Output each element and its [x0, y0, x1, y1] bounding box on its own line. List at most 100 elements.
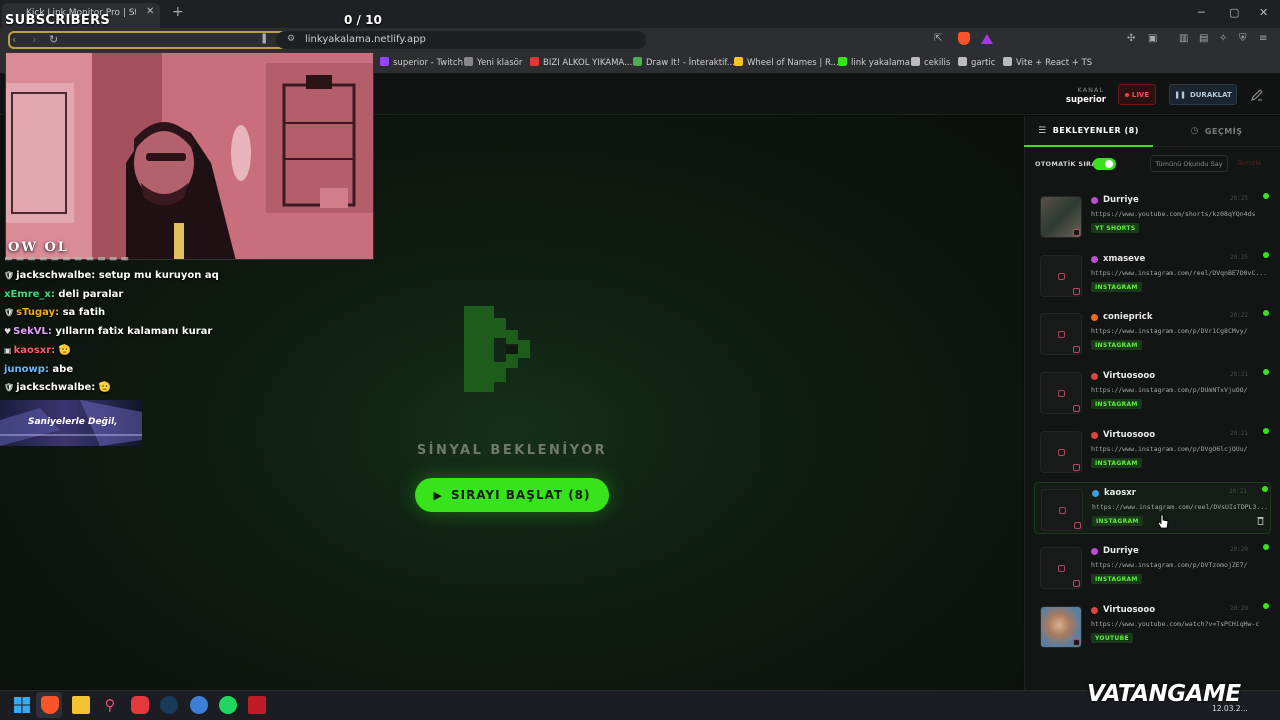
queue-card[interactable]: xmaseve 20:25 https://www.instagram.com/re…: [1034, 249, 1271, 301]
forward-icon[interactable]: ›: [32, 33, 36, 46]
pause-icon: ❚❚: [1174, 90, 1186, 99]
queue-card[interactable]: Virtuosooo 20:20 https://www.youtube.com/w…: [1034, 600, 1271, 652]
subscribers-label: SUBSCRIBERS: [5, 13, 111, 28]
bookmark-item[interactable]: superior - Twitch: [380, 57, 463, 68]
bookmark-item[interactable]: Draw It! - İnteraktif...: [633, 57, 735, 68]
share-icon[interactable]: ⇱: [934, 33, 942, 44]
extensions-icon[interactable]: ✣: [1127, 33, 1135, 44]
queue-card-thumbnail[interactable]: [1041, 489, 1083, 531]
tab-close-icon[interactable]: ✕: [146, 6, 154, 17]
queue-card[interactable]: Virtuosooo 20:21 https://www.instagram.com…: [1034, 366, 1271, 418]
chat-username[interactable]: jackschwalbe: [16, 270, 91, 281]
vpn-icon[interactable]: ⛨: [1239, 33, 1247, 44]
queue-card-thumbnail[interactable]: [1040, 255, 1082, 297]
edit-icon[interactable]: [1250, 88, 1264, 102]
platform-badge-icon: [1073, 346, 1080, 353]
bookmark-favicon-icon: [838, 57, 847, 66]
clock-icon: ◷: [1190, 126, 1199, 136]
maximize-icon[interactable]: ▢: [1229, 6, 1239, 19]
instagram-icon: [1057, 389, 1065, 397]
queue-card[interactable]: Durriye 20:25 https://www.youtube.com/shor…: [1034, 190, 1271, 242]
close-window-icon[interactable]: ✕: [1259, 6, 1268, 19]
obs-like-icon[interactable]: [248, 696, 266, 714]
queue-card-thumbnail[interactable]: [1040, 547, 1082, 589]
bookmark-item[interactable]: BIZI ALKOL YIKAMA...: [530, 57, 632, 68]
queue-card-username: Durriye: [1103, 546, 1139, 556]
bookmark-item[interactable]: Yeni klasör: [464, 57, 522, 68]
queue-card-thumbnail[interactable]: [1040, 313, 1082, 355]
clear-button[interactable]: Temizle: [1237, 159, 1261, 167]
instagram-icon: [1057, 330, 1065, 338]
webcam-image: [6, 53, 373, 259]
queue-card[interactable]: conieprick 20:22 https://www.instagram.com…: [1034, 307, 1271, 359]
file-explorer-icon[interactable]: [72, 696, 90, 714]
mark-all-read-button[interactable]: Tümünü Okundu Say: [1150, 155, 1228, 172]
tab-search-icon[interactable]: ▣: [1148, 33, 1157, 44]
chat-username[interactable]: kaosxr: [14, 345, 52, 356]
bookmark-item[interactable]: gartic: [958, 57, 995, 68]
sidebar-toggle-icon[interactable]: ▥: [1179, 33, 1188, 44]
game-app-icon[interactable]: [131, 696, 149, 714]
windows-start-icon[interactable]: [13, 696, 31, 714]
brave-rewards-icon[interactable]: [981, 34, 993, 44]
queue-card-url[interactable]: https://www.youtube.com/watch?v=TsPCHiqH…: [1091, 620, 1266, 628]
chat-username[interactable]: junowp: [4, 364, 45, 375]
pin-app-icon[interactable]: ⚲: [101, 696, 119, 714]
chat-username[interactable]: jackschwalbe: [16, 382, 91, 393]
chat-text: 🫡: [58, 345, 72, 356]
queue-card-thumbnail-video[interactable]: [1040, 196, 1082, 238]
user-avatar-dot: [1091, 197, 1098, 204]
instagram-icon: [1057, 448, 1065, 456]
brave-taskbar-icon[interactable]: [41, 696, 59, 714]
bookmark-favicon-icon: [734, 57, 743, 66]
queue-card-url[interactable]: https://www.instagram.com/p/DVTzomojZE7/: [1091, 561, 1266, 569]
chat-username[interactable]: SekVL: [13, 326, 48, 337]
steam-icon[interactable]: [160, 696, 178, 714]
chat-badge-icon: 🛡: [4, 308, 15, 317]
live-button[interactable]: LIVE: [1118, 84, 1156, 105]
queue-card-url[interactable]: https://www.instagram.com/reel/DVsUIsTDP…: [1092, 503, 1267, 511]
tab-history[interactable]: ◷ GEÇMİŞ: [1153, 116, 1280, 147]
spotify-icon[interactable]: [219, 696, 237, 714]
queue-card[interactable]: Virtuosooo 20:21 https://www.instagram.com…: [1034, 425, 1271, 477]
start-queue-button[interactable]: ▶ SIRAYI BAŞLAT (8): [415, 478, 609, 512]
chat-username[interactable]: sTugay: [16, 307, 55, 318]
bookmark-item[interactable]: link yakalama: [838, 57, 910, 68]
auto-queue-toggle-knob: [1105, 160, 1113, 168]
delete-icon[interactable]: [1257, 516, 1264, 525]
back-icon[interactable]: ‹: [12, 33, 16, 46]
queue-card-url[interactable]: https://www.instagram.com/reel/DVqnBE7D0…: [1091, 269, 1266, 277]
pause-button[interactable]: ❚❚ DURAKLAT: [1169, 84, 1237, 105]
brave-shield-icon[interactable]: [958, 32, 970, 45]
site-info-icon[interactable]: ⚙: [287, 34, 295, 44]
bookmark-item[interactable]: Wheel of Names | R...: [734, 57, 839, 68]
bookmark-item[interactable]: cekilis: [911, 57, 950, 68]
bookmark-item[interactable]: Vite + React + TS: [1003, 57, 1092, 68]
bookmark-icon[interactable]: ❚: [260, 33, 268, 44]
reload-icon[interactable]: ↻: [49, 33, 58, 46]
queue-card-url[interactable]: https://www.instagram.com/p/DVr1Cg8CMvy/: [1091, 327, 1266, 335]
chat-message: 🛡 jackschwalbe: setup mu kuruyon aq: [4, 270, 219, 281]
queue-card-url[interactable]: https://www.instagram.com/p/DUmNTxVjuOO/: [1091, 386, 1266, 394]
chat-badge-icon: ♥: [4, 327, 12, 336]
chat-badge-icon: ▣: [4, 346, 12, 355]
bookmark-favicon-icon: [958, 57, 967, 66]
queue-card-thumbnail[interactable]: [1040, 431, 1082, 473]
leo-ai-icon[interactable]: ✧: [1219, 33, 1227, 44]
queue-card-url[interactable]: https://www.instagram.com/p/DVgO6lcjQUu/: [1091, 445, 1266, 453]
queue-card-thumbnail-face[interactable]: [1040, 606, 1082, 648]
queue-card-time: 20:21: [1228, 488, 1247, 495]
queue-card-thumbnail[interactable]: [1040, 372, 1082, 414]
platform-tag: YOUTUBE: [1091, 633, 1133, 643]
menu-icon[interactable]: ≡: [1259, 33, 1267, 44]
tab-waiting[interactable]: ☰ BEKLEYENLER (8): [1024, 116, 1153, 147]
chat-message: junowp: abe: [4, 364, 73, 375]
queue-card[interactable]: kaosxr 20:21 https://www.instagram.com/ree…: [1034, 482, 1271, 534]
minimize-icon[interactable]: ─: [1198, 6, 1205, 19]
wallet-icon[interactable]: ▤: [1199, 33, 1208, 44]
chat-username[interactable]: xEmre_x: [4, 289, 51, 300]
queue-card-url[interactable]: https://www.youtube.com/shorts/kz08qYQn4…: [1091, 210, 1266, 218]
globe-app-icon[interactable]: [190, 696, 208, 714]
queue-card[interactable]: Durriye 20:20 https://www.instagram.com/p/…: [1034, 541, 1271, 593]
new-tab-icon[interactable]: +: [172, 4, 184, 20]
